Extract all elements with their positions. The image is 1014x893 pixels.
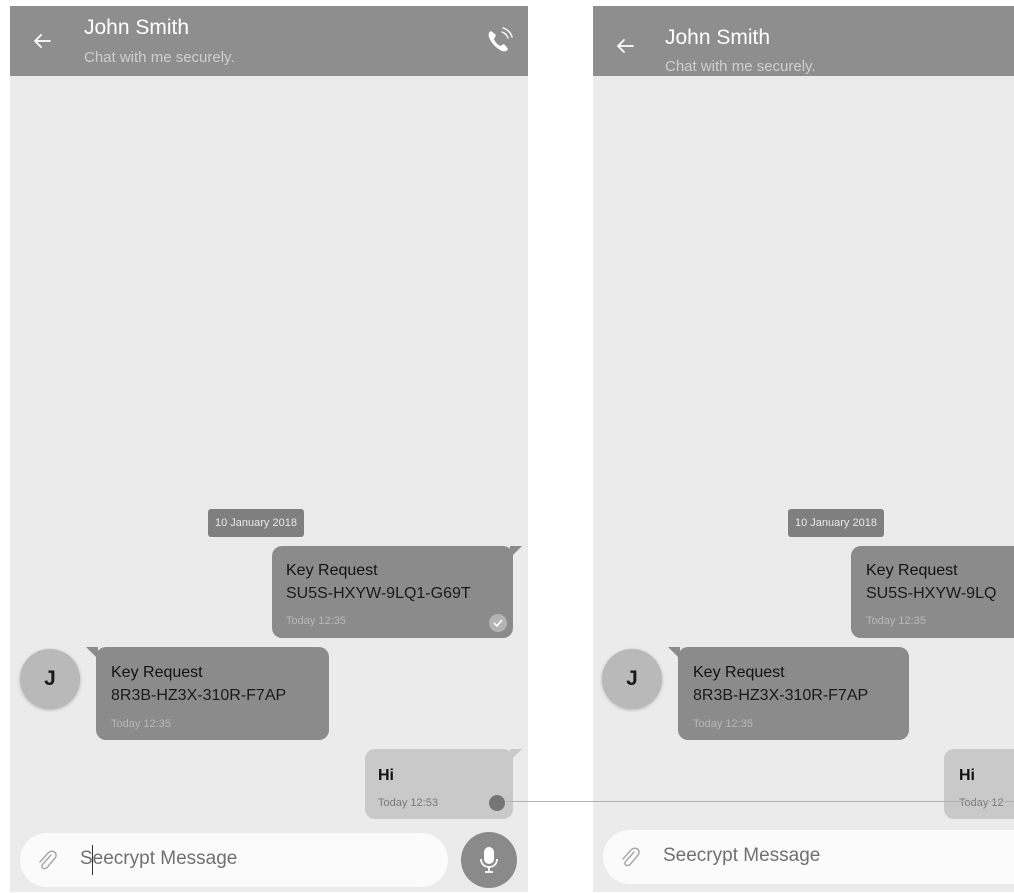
contact-status: Chat with me securely. (84, 49, 235, 66)
incoming-message-bubble[interactable]: Key Request 8R3B-HZ3X-310R-F7AP Today 12… (86, 647, 329, 740)
message-timestamp: Today 12:35 (693, 718, 753, 730)
chat-screen-right: John Smith Chat with me securely. 10 Jan… (593, 6, 1014, 892)
message-input[interactable]: Seecrypt Message (80, 848, 237, 870)
avatar[interactable]: J (20, 649, 80, 709)
message-composer[interactable]: Seecrypt Message (20, 833, 448, 887)
outgoing-message-bubble[interactable]: Hi Today 12 (944, 749, 1014, 819)
microphone-icon (480, 847, 498, 873)
message-timestamp: Today 12 (959, 797, 1004, 809)
arrow-back-icon[interactable] (32, 31, 52, 51)
contact-name: John Smith (84, 16, 190, 39)
pending-dot-icon (489, 795, 505, 811)
app-bar: John Smith Chat with me securely. (10, 6, 528, 76)
paperclip-icon[interactable] (617, 844, 643, 870)
date-separator: 10 January 2018 (788, 509, 884, 537)
message-title: Key Request (286, 562, 378, 579)
phone-call-icon[interactable] (484, 26, 514, 56)
outgoing-message-bubble[interactable]: Key Request SU5S-HXYW-9LQ1-G69T Today 12… (272, 546, 522, 638)
paperclip-icon[interactable] (34, 847, 60, 873)
contact-name: John Smith (665, 26, 771, 49)
chat-screen-left: John Smith Chat with me securely. 10 Jan… (10, 6, 528, 892)
message-key: 8R3B-HZ3X-310R-F7AP (693, 687, 869, 704)
message-input[interactable]: Seecrypt Message (663, 845, 820, 867)
message-timestamp: Today 12:35 (111, 718, 171, 730)
outgoing-message-bubble[interactable]: Hi Today 12:53 (365, 749, 522, 819)
message-key: 8R3B-HZ3X-310R-F7AP (111, 687, 287, 704)
message-title: Key Request (693, 664, 785, 681)
message-text: Hi (959, 767, 975, 784)
message-text: Hi (378, 767, 394, 784)
date-separator: 10 January 2018 (208, 509, 304, 537)
message-timestamp: Today 12:35 (866, 615, 926, 627)
message-timestamp: Today 12:35 (286, 615, 346, 627)
avatar[interactable]: J (602, 649, 662, 709)
message-composer[interactable]: Seecrypt Message (603, 830, 1014, 884)
annotation-line (506, 801, 1014, 802)
app-bar: John Smith Chat with me securely. (593, 6, 1014, 76)
message-key: SU5S-HXYW-9LQ1-G69T (286, 585, 471, 602)
microphone-button[interactable] (461, 832, 517, 888)
message-timestamp: Today 12:53 (378, 797, 438, 809)
contact-status: Chat with me securely. (665, 58, 816, 75)
check-circle-icon (489, 614, 507, 632)
incoming-message-bubble[interactable]: Key Request 8R3B-HZ3X-310R-F7AP Today 12… (668, 647, 909, 740)
message-title: Key Request (111, 664, 203, 681)
outgoing-message-bubble[interactable]: Key Request SU5S-HXYW-9LQ Today 12:35 (851, 546, 1014, 638)
message-title: Key Request (866, 562, 958, 579)
message-key: SU5S-HXYW-9LQ (866, 585, 997, 602)
arrow-back-icon[interactable] (615, 36, 635, 56)
